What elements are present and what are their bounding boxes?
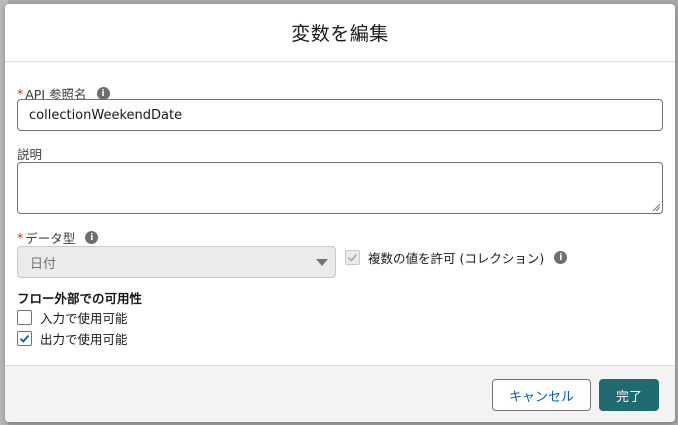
availability-title: フロー外部での可用性 [17,291,143,306]
allow-multiple-checkbox[interactable] [345,250,360,265]
input-available-label: 入力で使用可能 [40,311,128,326]
done-button[interactable]: 完了 [599,379,659,411]
info-icon[interactable]: i [85,231,99,244]
required-mark: * [17,230,24,245]
description-textarea[interactable] [17,162,663,214]
data-type-selected: 日付 [30,256,57,272]
check-icon [19,334,30,343]
modal-footer: キャンセル 完了 [5,365,675,422]
check-icon [347,253,358,262]
input-available-checkbox[interactable] [17,310,32,325]
chevron-down-icon [316,259,328,266]
data-type-label-row: * データ型 i [17,228,99,247]
modal-body: * API 参照名 i collectionWeekendDate 説明 * デ… [5,62,675,365]
api-name-input[interactable]: collectionWeekendDate [17,99,663,131]
allow-multiple-row: 複数の値を許可 (コレクション) i [345,248,568,267]
input-available-row: 入力で使用可能 [17,308,128,327]
output-available-row: 出力で使用可能 [17,329,128,348]
data-type-select[interactable]: 日付 [17,246,336,278]
edit-variable-modal: 変数を編集 * API 参照名 i collectionWeekendDate … [5,4,675,422]
output-available-checkbox[interactable] [17,331,32,346]
allow-multiple-label: 複数の値を許可 (コレクション) [368,251,545,266]
output-available-label: 出力で使用可能 [40,332,128,347]
resize-grip-icon[interactable] [652,203,660,211]
cancel-button[interactable]: キャンセル [492,379,591,411]
modal-header: 変数を編集 [5,4,675,62]
modal-title: 変数を編集 [291,23,389,45]
description-label-row: 説明 [17,144,42,163]
description-label: 説明 [17,147,43,162]
data-type-label: データ型 [25,231,76,246]
info-icon[interactable]: i [554,251,568,264]
api-name-value: collectionWeekendDate [29,107,183,123]
